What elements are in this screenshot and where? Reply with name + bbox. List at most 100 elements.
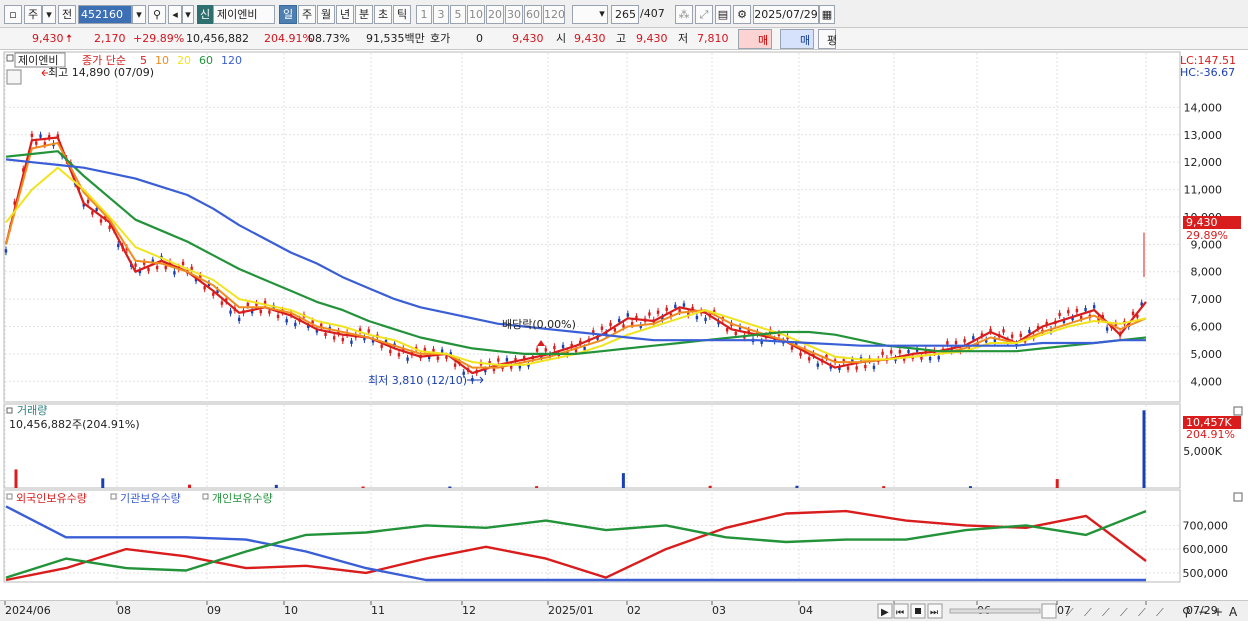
sell-button[interactable]: 매도 [780, 29, 814, 63]
period-tab-0[interactable]: 일 [279, 5, 297, 24]
market-select[interactable]: 주 [24, 5, 42, 24]
trend-tool-icon[interactable]: ⟋ [1084, 606, 1092, 619]
candle-body [855, 366, 858, 370]
open-value: 9,430 [574, 32, 606, 45]
period-tab-4[interactable]: 분 [355, 5, 373, 24]
last-glyph: ⏭ [930, 608, 938, 618]
x-label-8: 03 [712, 604, 726, 617]
interval-tab-3[interactable]: 10 [467, 5, 485, 24]
prev-button[interactable]: 전 [58, 5, 76, 24]
volume-bar-13 [1142, 410, 1146, 488]
code-dropdown-icon[interactable]: ▾ [132, 5, 146, 24]
volume-bar-6 [535, 486, 539, 488]
candle-body [86, 199, 90, 204]
open-label: 시 [556, 32, 567, 45]
chevron-down-icon[interactable]: ▾ [42, 5, 56, 24]
quote-bar: 9,430 🠅 2,170 +29.89% 10,456,882 204.91%… [0, 28, 1248, 63]
table-icon[interactable] [6, 69, 22, 85]
candle-body [898, 350, 902, 354]
interval-dropdown-icon[interactable]: ▾ [596, 5, 608, 24]
candle-body [937, 356, 940, 360]
x-label-0: 2024/06 [5, 604, 51, 617]
font-size-icon[interactable]: A [1229, 605, 1238, 619]
search-icon[interactable]: ⚲ [148, 5, 166, 24]
candle-body [725, 328, 729, 332]
candle-body [613, 328, 617, 332]
period-tab-2[interactable]: 월 [317, 5, 335, 24]
volume-close-icon[interactable] [1233, 406, 1243, 416]
candle-body [799, 352, 802, 356]
candle-body [946, 341, 949, 345]
volume-bar-2 [188, 484, 192, 488]
price-tick-label: 4,000 [1191, 375, 1223, 388]
low-annotation: 최저 3,810 (12/10) [368, 374, 467, 387]
period-tab-5[interactable]: 초 [374, 5, 392, 24]
date-field[interactable]: 2025/07/29 [753, 5, 819, 24]
up-arrow-icon: 🠅 [66, 32, 73, 45]
fib-tool-icon[interactable]: ⟋ [1102, 606, 1110, 619]
volume-bar-5 [448, 486, 452, 488]
candle-body [505, 358, 509, 362]
zoom-slider[interactable] [949, 608, 1041, 614]
interval-tab-6[interactable]: 60 [524, 5, 542, 24]
eval-button[interactable]: 평 [818, 29, 837, 49]
split-icon[interactable]: ⁂ [675, 5, 693, 24]
bottom-svg: 2024/0608091011122025/0102030405060707/2… [4, 601, 1238, 619]
window-icon[interactable]: ▫ [4, 5, 22, 24]
toolbar: ▫ 주 ▾ 전 ▾ ⚲ ◂ ▾ 신 제이엔비 ▾ 265 /407 ⁂ ⤢ ▤ … [0, 0, 1248, 28]
candle-body [285, 319, 288, 323]
gear-icon[interactable]: ⚙ [733, 5, 751, 24]
candle-body [324, 332, 327, 337]
interval-tab-5[interactable]: 30 [505, 5, 523, 24]
count-field[interactable]: 265 [611, 5, 639, 24]
volume-bar-8 [708, 485, 712, 488]
period-tab-1[interactable]: 주 [298, 5, 316, 24]
measure-tool-icon[interactable]: ⟋ [1120, 606, 1128, 619]
pattern-tool-icon[interactable]: ⟋ [1156, 606, 1164, 619]
candle-body [1084, 307, 1087, 312]
chart-area[interactable]: 14,00013,00012,00011,00010,0009,0008,000… [0, 50, 1248, 602]
chart-svg[interactable]: 14,00013,00012,00011,00010,0009,0008,000… [0, 50, 1248, 602]
stock-name: 제이엔비 [217, 8, 258, 21]
candle-body [881, 351, 884, 355]
code-input[interactable] [78, 5, 132, 24]
zoom-in-icon[interactable]: + [1213, 605, 1223, 619]
text-tool-icon[interactable]: ⟋ [1138, 606, 1146, 619]
candle-body [229, 310, 232, 314]
candle-body [276, 314, 280, 319]
candle-body [294, 322, 297, 327]
grid-toggle-icon[interactable] [1041, 603, 1057, 619]
speaker-dropdown-icon[interactable]: ▾ [182, 5, 194, 24]
volume-ratio: 204.91% [264, 32, 313, 45]
interval-tab-0[interactable]: 1 [416, 5, 432, 24]
candle-body [807, 357, 811, 361]
turnover-value: 08.73% [308, 32, 350, 45]
period-tab-6[interactable]: 틱 [393, 5, 411, 24]
candle-body [907, 349, 910, 354]
holding-tick-label: 500,000 [1183, 567, 1229, 580]
candle-body [972, 336, 975, 340]
candle-body [1058, 312, 1061, 317]
interval-tab-1[interactable]: 3 [433, 5, 449, 24]
save-icon[interactable]: ▤ [715, 5, 731, 24]
expand-icon[interactable]: ⤢ [695, 5, 713, 24]
interval-tab-2[interactable]: 5 [450, 5, 466, 24]
code-field[interactable] [79, 6, 131, 23]
x-label-5: 12 [462, 604, 476, 617]
volume-bar-0 [14, 469, 18, 488]
speaker-icon[interactable]: ◂ [168, 5, 182, 24]
candle-body [91, 211, 94, 215]
candle-body [380, 344, 383, 348]
buy-button[interactable]: 매수 [738, 29, 772, 63]
calendar-icon[interactable]: ▦ [819, 5, 835, 24]
candle-body [259, 309, 262, 314]
zoom-out-icon[interactable]: − [1198, 605, 1208, 619]
period-tab-3[interactable]: 년 [336, 5, 354, 24]
interval-tab-7[interactable]: 120 [543, 5, 565, 24]
x-label-7: 02 [627, 604, 641, 617]
line-tool-icon[interactable]: ⟋ [1066, 606, 1074, 619]
interval-tab-4[interactable]: 20 [486, 5, 504, 24]
zoom-search-icon[interactable]: ⚲ [1182, 605, 1191, 619]
holding-close-icon[interactable] [1233, 492, 1243, 502]
bid-value: 9,430 [512, 32, 544, 45]
